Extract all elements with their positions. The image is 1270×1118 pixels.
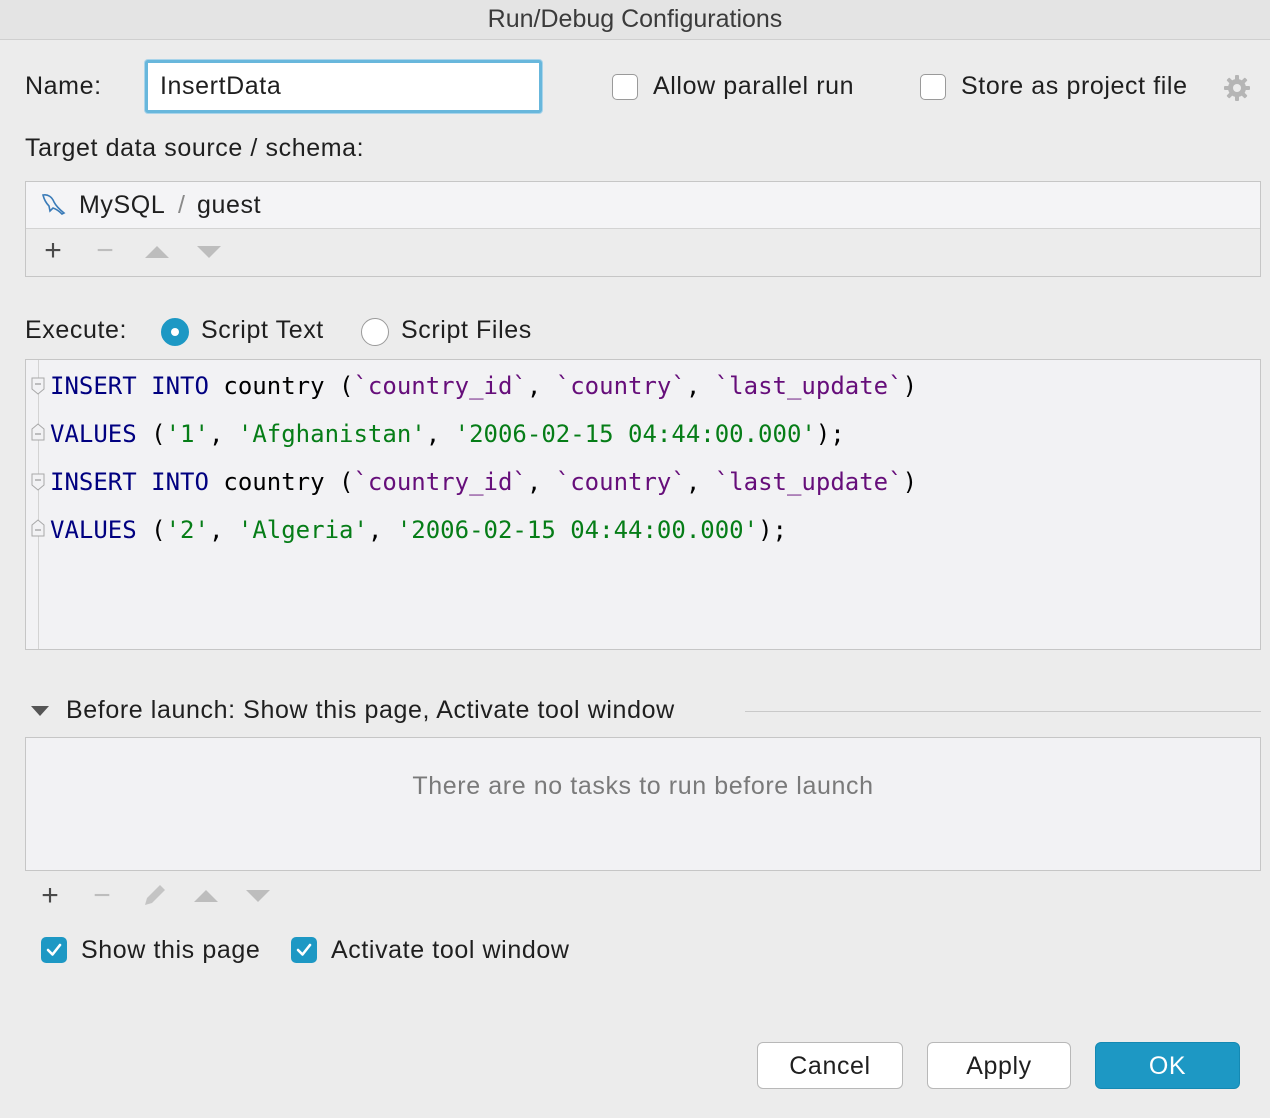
script-text-label[interactable]: Script Text <box>201 316 324 345</box>
script-files-label[interactable]: Script Files <box>401 316 532 345</box>
data-source-separator: / <box>178 191 186 219</box>
window-title: Run/Debug Configurations <box>0 0 1270 40</box>
store-project-label[interactable]: Store as project file <box>961 72 1188 101</box>
data-source-row[interactable]: MySQL / guest <box>26 182 1260 229</box>
fold-end-icon[interactable] <box>31 423 45 441</box>
run-debug-dialog: Run/Debug Configurations Name: Allow par… <box>0 0 1270 1118</box>
script-files-radio[interactable] <box>361 318 389 346</box>
data-source-name: MySQL <box>79 191 166 219</box>
fold-start-icon[interactable] <box>31 473 45 491</box>
before-launch-task-list[interactable]: There are no tasks to run before launch <box>25 737 1261 871</box>
allow-parallel-checkbox[interactable] <box>612 74 638 100</box>
code-line-1: INSERT INTO country (`country_id`, `coun… <box>50 372 918 400</box>
code-line-4: VALUES ('2', 'Algeria', '2006-02-15 04:4… <box>50 516 787 544</box>
data-source-list: MySQL / guest + − <box>25 181 1261 277</box>
activate-tool-window-checkbox[interactable] <box>291 937 317 963</box>
remove-icon[interactable]: − <box>90 236 120 266</box>
mysql-dolphin-icon <box>42 194 66 215</box>
collapse-triangle-icon[interactable] <box>31 706 49 716</box>
schema-name: guest <box>197 191 262 219</box>
fold-end-icon[interactable] <box>31 519 45 537</box>
code-line-2: VALUES ('1', 'Afghanistan', '2006-02-15 … <box>50 420 845 448</box>
name-label: Name: <box>25 72 102 100</box>
editor-gutter <box>26 360 39 649</box>
name-input[interactable] <box>145 60 542 113</box>
move-up-icon[interactable] <box>193 889 219 903</box>
activate-tool-window-label[interactable]: Activate tool window <box>331 936 570 965</box>
move-down-icon[interactable] <box>196 245 222 259</box>
script-editor[interactable]: INSERT INTO country (`country_id`, `coun… <box>25 359 1261 650</box>
remove-icon[interactable]: − <box>87 881 117 911</box>
execute-label: Execute: <box>25 316 128 344</box>
allow-parallel-label[interactable]: Allow parallel run <box>653 72 854 101</box>
section-divider <box>745 711 1261 712</box>
show-page-checkbox[interactable] <box>41 937 67 963</box>
checkmark-icon <box>46 943 62 956</box>
show-page-label[interactable]: Show this page <box>81 936 260 965</box>
fold-start-icon[interactable] <box>31 377 45 395</box>
add-icon[interactable]: + <box>38 236 68 266</box>
ok-button[interactable]: OK <box>1095 1042 1240 1089</box>
move-down-icon[interactable] <box>245 889 271 903</box>
before-launch-header[interactable]: Before launch: Show this page, Activate … <box>66 696 675 725</box>
gear-icon[interactable] <box>1222 73 1252 103</box>
checkmark-icon <box>296 943 312 956</box>
code-line-3: INSERT INTO country (`country_id`, `coun… <box>50 468 918 496</box>
add-icon[interactable]: + <box>35 881 65 911</box>
edit-icon[interactable] <box>140 880 170 910</box>
move-up-icon[interactable] <box>144 245 170 259</box>
store-project-checkbox[interactable] <box>920 74 946 100</box>
target-label: Target data source / schema: <box>25 134 365 162</box>
cancel-button[interactable]: Cancel <box>757 1042 903 1089</box>
script-text-radio[interactable] <box>161 318 189 346</box>
empty-tasks-message: There are no tasks to run before launch <box>412 772 874 800</box>
apply-button[interactable]: Apply <box>927 1042 1071 1089</box>
